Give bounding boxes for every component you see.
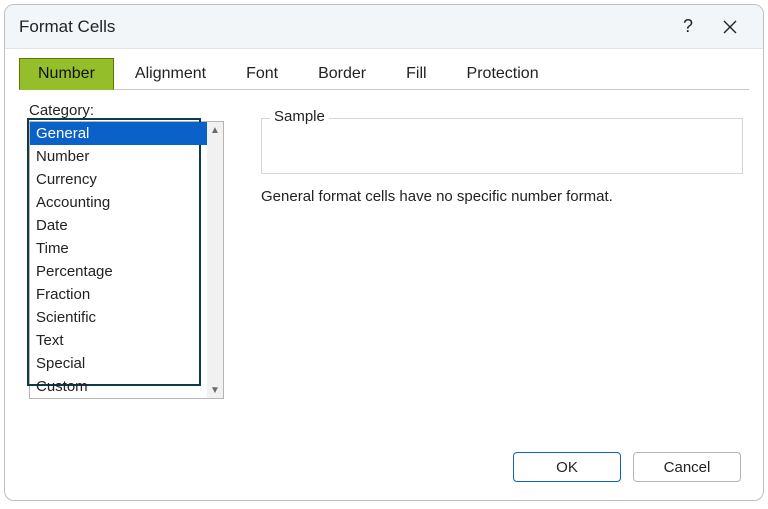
list-item[interactable]: General [30, 122, 207, 145]
list-item[interactable]: Fraction [30, 283, 207, 306]
list-item[interactable]: Number [30, 145, 207, 168]
format-cells-dialog: Format Cells ? Number Alignment Font Bor… [4, 4, 764, 501]
list-item[interactable]: Scientific [30, 306, 207, 329]
sample-legend: Sample [270, 108, 329, 125]
category-listbox-inner: General Number Currency Accounting Date … [30, 122, 207, 398]
ok-button[interactable]: OK [513, 452, 621, 482]
list-item[interactable]: Special [30, 352, 207, 375]
scroll-down-icon[interactable]: ▼ [207, 382, 223, 398]
list-item[interactable]: Custom [30, 375, 207, 398]
tab-alignment[interactable]: Alignment [116, 58, 225, 90]
list-item[interactable]: Time [30, 237, 207, 260]
tab-border[interactable]: Border [299, 58, 385, 90]
category-listbox[interactable]: General Number Currency Accounting Date … [29, 121, 224, 399]
sample-value [262, 119, 742, 137]
listbox-scrollbar[interactable]: ▲ ▼ [207, 122, 223, 398]
list-item[interactable]: Accounting [30, 191, 207, 214]
tab-strip: Number Alignment Font Border Fill Protec… [5, 49, 763, 89]
format-description: General format cells have no specific nu… [261, 188, 743, 205]
category-column: Category: General Number Currency Accoun… [29, 102, 239, 440]
tab-content: Category: General Number Currency Accoun… [5, 90, 763, 440]
list-item[interactable]: Percentage [30, 260, 207, 283]
dialog-footer: OK Cancel [5, 440, 763, 500]
tab-font[interactable]: Font [227, 58, 297, 90]
cancel-button[interactable]: Cancel [633, 452, 741, 482]
category-label: Category: [29, 102, 239, 119]
details-column: Sample General format cells have no spec… [239, 102, 743, 440]
dialog-title: Format Cells [19, 17, 667, 37]
list-item[interactable]: Date [30, 214, 207, 237]
tab-number[interactable]: Number [19, 58, 114, 90]
titlebar: Format Cells ? [5, 5, 763, 49]
list-item[interactable]: Currency [30, 168, 207, 191]
close-icon [723, 20, 737, 34]
tab-protection[interactable]: Protection [448, 58, 558, 90]
help-icon: ? [683, 16, 693, 37]
tab-fill[interactable]: Fill [387, 58, 445, 90]
sample-group: Sample [261, 118, 743, 174]
close-button[interactable] [709, 11, 751, 43]
list-item[interactable]: Text [30, 329, 207, 352]
scroll-up-icon[interactable]: ▲ [207, 122, 223, 138]
help-button[interactable]: ? [667, 11, 709, 43]
